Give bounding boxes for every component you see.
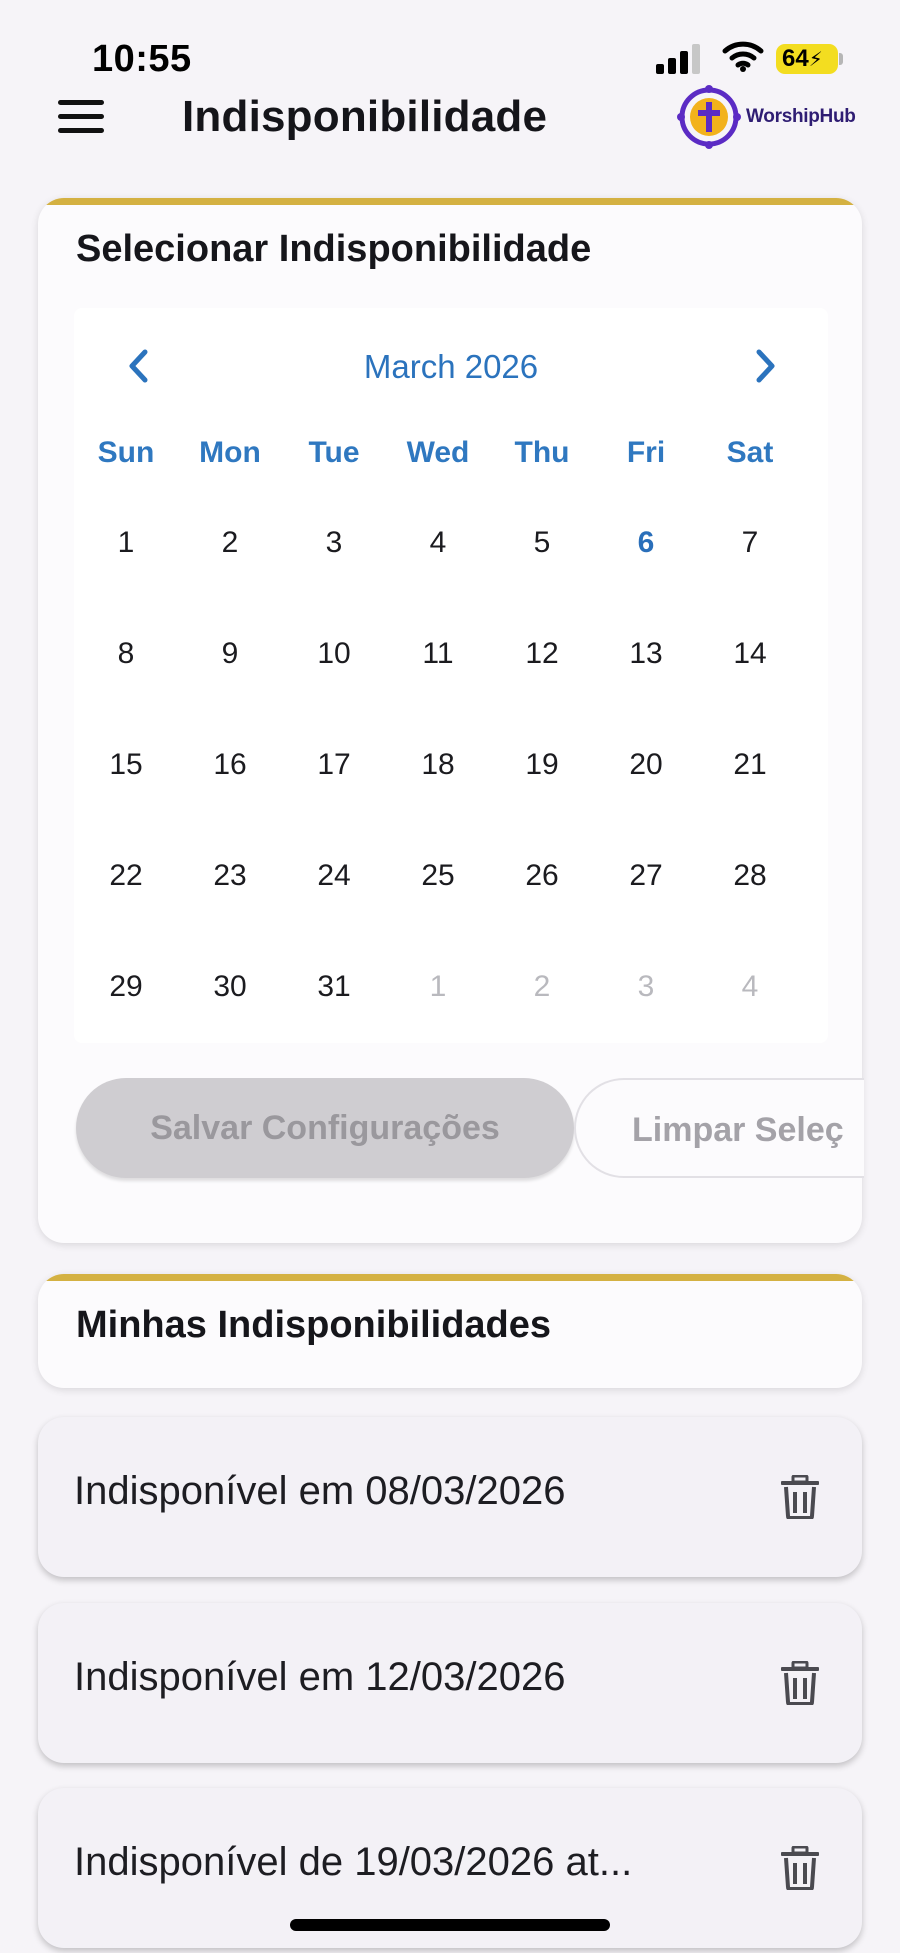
calendar-day[interactable]: 4: [386, 526, 490, 560]
signal-icon: [656, 44, 700, 74]
calendar-day[interactable]: 10: [282, 637, 386, 671]
calendar-day-today[interactable]: 6: [594, 526, 698, 560]
calendar-day[interactable]: 14: [698, 637, 802, 671]
calendar-day[interactable]: 23: [178, 859, 282, 893]
chevron-right-icon[interactable]: [734, 336, 794, 396]
weekday-tue: Tue: [308, 436, 360, 469]
calendar-day[interactable]: 9: [178, 637, 282, 671]
charging-bolt-icon: ⚡: [808, 49, 823, 71]
calendar-day-next-month[interactable]: 3: [594, 970, 698, 1004]
battery-level: 64: [782, 45, 809, 72]
my-unavailability-title: Minhas Indisponibilidades: [76, 1304, 552, 1346]
battery-icon: 64⚡: [776, 44, 838, 74]
weekday-sun: Sun: [97, 436, 155, 469]
calendar-day[interactable]: 11: [386, 637, 490, 671]
calendar-day[interactable]: 8: [74, 637, 178, 671]
weekday-mon: Mon: [199, 436, 261, 469]
weekday-thu: Thu: [514, 436, 570, 469]
weekday-wed: Wed: [406, 436, 470, 469]
calendar-day[interactable]: 1: [74, 526, 178, 560]
calendar: March 2026 Sun Mon Tue Wed Thu Fri Sat 1…: [74, 308, 828, 1043]
trash-icon[interactable]: [780, 1661, 820, 1705]
logo-text: WorshipHub: [746, 106, 856, 127]
calendar-day[interactable]: 12: [490, 637, 594, 671]
calendar-day[interactable]: 16: [178, 748, 282, 782]
page-title: Indisponibilidade: [182, 92, 548, 141]
unavailability-label: Indisponível em 12/03/2026: [74, 1655, 566, 1699]
app-header: Indisponibilidade WorshipHub: [0, 80, 900, 160]
my-unavailability-card: Minhas Indisponibilidades: [38, 1274, 862, 1388]
calendar-day[interactable]: 15: [74, 748, 178, 782]
weekday-fri: Fri: [626, 436, 666, 469]
calendar-day[interactable]: 29: [74, 970, 178, 1004]
calendar-week: 8 9 10 11 12 13 14: [74, 637, 828, 671]
unavailability-label: Indisponível em 08/03/2026: [74, 1469, 566, 1513]
calendar-day[interactable]: 30: [178, 970, 282, 1004]
calendar-day[interactable]: 22: [74, 859, 178, 893]
trash-icon[interactable]: [780, 1846, 820, 1890]
card-accent: [38, 1274, 862, 1281]
calendar-week: 1 2 3 4 5 6 7: [74, 526, 828, 560]
card-accent: [38, 198, 862, 205]
calendar-day[interactable]: 18: [386, 748, 490, 782]
menu-icon[interactable]: [58, 100, 104, 136]
calendar-month-label: March 2026: [363, 348, 539, 385]
calendar-week: 29 30 31 1 2 3 4: [74, 970, 828, 1004]
status-bar: 10:55 64⚡: [0, 0, 900, 90]
unavailability-label: Indisponível de 19/03/2026 at...: [74, 1840, 633, 1884]
calendar-week: 22 23 24 25 26 27 28: [74, 859, 828, 893]
calendar-card-title: Selecionar Indisponibilidade: [76, 228, 592, 270]
calendar-day[interactable]: 5: [490, 526, 594, 560]
trash-icon[interactable]: [780, 1475, 820, 1519]
calendar-day[interactable]: 7: [698, 526, 802, 560]
calendar-day-next-month[interactable]: 2: [490, 970, 594, 1004]
calendar-day[interactable]: 25: [386, 859, 490, 893]
battery-cap: [839, 53, 843, 65]
calendar-day[interactable]: 31: [282, 970, 386, 1004]
calendar-day[interactable]: 26: [490, 859, 594, 893]
calendar-day[interactable]: 17: [282, 748, 386, 782]
calendar-day[interactable]: 28: [698, 859, 802, 893]
calendar-day-next-month[interactable]: 4: [698, 970, 802, 1004]
wifi-icon: [722, 41, 764, 72]
calendar-day[interactable]: 27: [594, 859, 698, 893]
calendar-day[interactable]: 21: [698, 748, 802, 782]
logo-mark-icon: [677, 85, 741, 149]
calendar-day[interactable]: 20: [594, 748, 698, 782]
list-item[interactable]: Indisponível em 08/03/2026: [38, 1417, 862, 1577]
save-settings-button[interactable]: Salvar Configurações: [76, 1078, 574, 1178]
calendar-day[interactable]: 24: [282, 859, 386, 893]
calendar-day[interactable]: 13: [594, 637, 698, 671]
home-indicator: [290, 1919, 610, 1931]
list-item[interactable]: Indisponível em 12/03/2026: [38, 1603, 862, 1763]
weekday-sat: Sat: [726, 436, 774, 469]
calendar-day[interactable]: 3: [282, 526, 386, 560]
calendar-week: 15 16 17 18 19 20 21: [74, 748, 828, 782]
calendar-weekday-row: Sun Mon Tue Wed Thu Fri Sat: [74, 436, 828, 470]
clear-selection-button[interactable]: Limpar Seleç: [574, 1078, 864, 1178]
calendar-day[interactable]: 2: [178, 526, 282, 560]
status-time: 10:55: [92, 38, 192, 80]
calendar-day-next-month[interactable]: 1: [386, 970, 490, 1004]
worship-hub-logo: WorshipHub: [676, 84, 856, 150]
calendar-day[interactable]: 19: [490, 748, 594, 782]
